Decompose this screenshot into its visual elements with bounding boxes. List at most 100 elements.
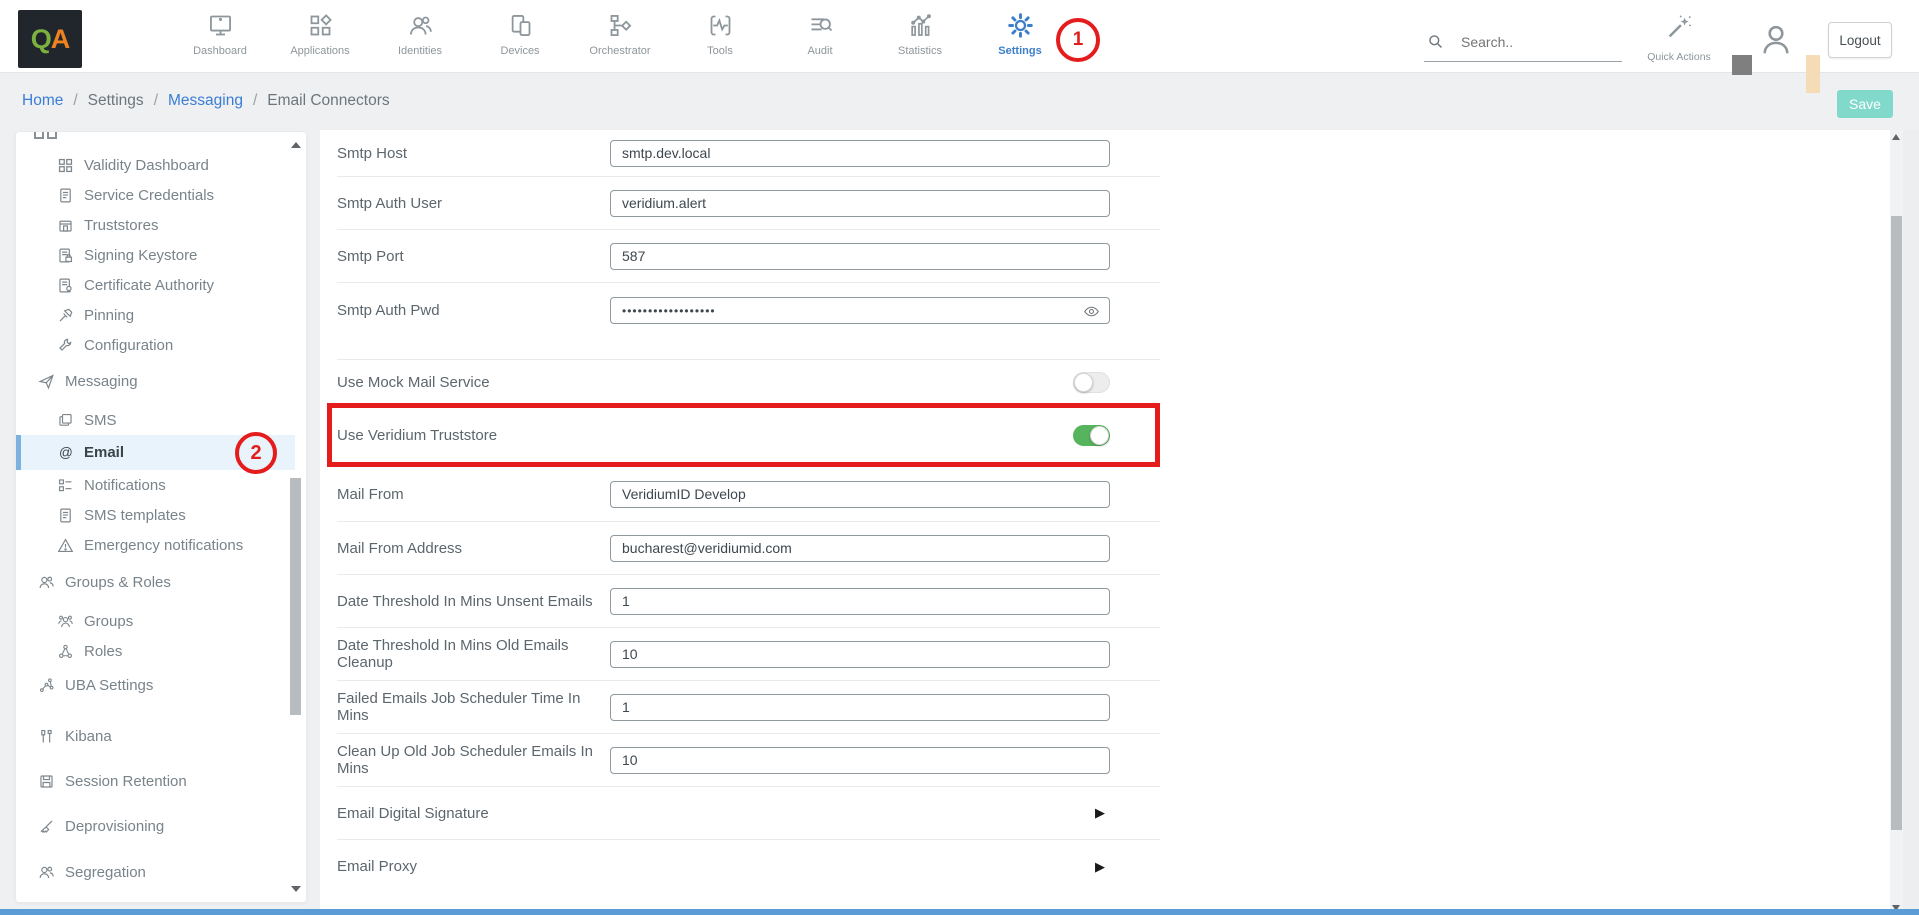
use-mock-mail-service-toggle[interactable] (1073, 372, 1110, 393)
doc-icon (57, 507, 74, 524)
sidebar-item-label: Service Credentials (84, 187, 214, 204)
use-veridium-truststore-row: Use Veridium Truststore (337, 405, 1160, 467)
crowd-icon (57, 613, 74, 630)
nav-item-tools[interactable]: Tools (670, 0, 770, 72)
sidebar-item-truststores[interactable]: Truststores (16, 210, 286, 240)
smtp-host-input[interactable] (610, 140, 1110, 167)
sidebar-item-session-retention[interactable]: Session Retention (16, 766, 286, 796)
nav-label: Statistics (898, 45, 942, 57)
nav-item-orchestrator[interactable]: Orchestrator (570, 0, 670, 72)
nav-item-audit[interactable]: Audit (770, 0, 870, 72)
sidebar-item-groups-roles[interactable]: Groups & Roles (16, 567, 286, 597)
devices-icon (507, 12, 534, 39)
email-proxy-row[interactable]: Email Proxy▶ (337, 840, 1160, 893)
doclock-icon (57, 247, 74, 264)
sidebar-item-groups[interactable]: Groups (16, 606, 286, 636)
floppy-icon (38, 773, 55, 790)
breadcrumb-messaging[interactable]: Messaging (168, 92, 243, 110)
nav-item-devices[interactable]: Devices (470, 0, 570, 72)
gray-square-artifact (1732, 55, 1752, 75)
nav-item-identities[interactable]: Identities (370, 0, 470, 72)
mail-from-input[interactable] (610, 481, 1110, 508)
sidebar-item-uba-settings[interactable]: UBA Settings (16, 670, 286, 700)
field-label: Clean Up Old Job Scheduler Emails In Min… (337, 743, 610, 777)
sidebar-item-signing-keystore[interactable]: Signing Keystore (16, 240, 286, 270)
sidebar-item-sms-templates[interactable]: SMS templates (16, 500, 286, 530)
sidebar-item-pinning[interactable]: Pinning (16, 300, 286, 330)
field-label: Smtp Host (337, 145, 610, 162)
sidebar-item-label: Deprovisioning (65, 818, 164, 835)
sidebar-item-messaging[interactable]: Messaging (16, 366, 286, 396)
field-label: Smtp Auth Pwd (337, 302, 610, 319)
use-veridium-truststore-toggle[interactable] (1073, 425, 1110, 446)
sidebar-scrollbar[interactable] (288, 134, 303, 900)
window-scrollbar-thumb[interactable] (1891, 216, 1902, 830)
kibana-icon (38, 728, 55, 745)
sidebar-item-notifications[interactable]: Notifications (16, 470, 286, 500)
date-threshold-in-mins-old-emails-cleanup-row: Date Threshold In Mins Old Emails Cleanu… (337, 628, 1160, 681)
sidebar-item-service-credentials[interactable]: Service Credentials (16, 180, 286, 210)
sidebar-item-segregation[interactable]: Segregation (16, 857, 286, 887)
window-scroll-up-icon[interactable] (1892, 134, 1900, 140)
sidebar-item-roles[interactable]: Roles (16, 636, 286, 666)
field-label: Failed Emails Job Scheduler Time In Mins (337, 690, 610, 724)
scatter-icon (38, 677, 55, 694)
wrench-icon (57, 337, 74, 354)
sidebar-item-label: Session Retention (65, 773, 187, 790)
sidebar-item-label: Groups (84, 613, 133, 630)
sidebar-item-label: SMS (84, 412, 117, 429)
breadcrumb-separator: / (154, 92, 158, 110)
smtp-auth-user-input[interactable] (610, 190, 1110, 217)
sidebar-item-label: Roles (84, 643, 122, 660)
nav-item-dashboard[interactable]: Dashboard (170, 0, 270, 72)
expand-arrow-icon[interactable]: ▶ (1095, 859, 1105, 875)
search-box (1424, 28, 1622, 62)
scroll-down-arrow-icon[interactable] (291, 886, 301, 892)
nav-item-applications[interactable]: Applications (270, 0, 370, 72)
mail-from-address-input[interactable] (610, 535, 1110, 562)
sidebar-item-deprovisioning[interactable]: Deprovisioning (16, 811, 286, 841)
smtp-auth-pwd-input[interactable] (610, 297, 1110, 324)
eye-icon[interactable] (1083, 303, 1100, 320)
nav-item-settings[interactable]: Settings (970, 0, 1070, 72)
search-input[interactable] (1459, 33, 1603, 51)
warn-icon (57, 537, 74, 554)
clean-up-old-job-scheduler-emails-in-mins-input[interactable] (610, 747, 1110, 774)
doc-icon (57, 187, 74, 204)
quick-actions-button[interactable]: Quick Actions (1646, 12, 1712, 63)
settings-sidebar: Validity Dashboard Service Credentials Tru… (15, 131, 307, 903)
email-digital-signature-row[interactable]: Email Digital Signature▶ (337, 787, 1160, 840)
net-icon (57, 643, 74, 660)
date-threshold-in-mins-old-emails-cleanup-input[interactable] (610, 641, 1110, 668)
sidebar-item-emergency-notifications[interactable]: Emergency notifications (16, 530, 286, 560)
field-label: Email Digital Signature (337, 805, 1095, 822)
sidebar-item-label: Configuration (84, 337, 173, 354)
identities-icon (407, 12, 434, 39)
breadcrumb-bar: Home/Settings/Messaging/Email Connectors… (0, 72, 1919, 130)
sidebar-item-configuration[interactable]: Configuration (16, 330, 286, 360)
peach-highlight-bar (1806, 55, 1820, 93)
failed-emails-job-scheduler-time-in-mins-input[interactable] (610, 694, 1110, 721)
scroll-up-arrow-icon[interactable] (291, 142, 301, 148)
smtp-port-input[interactable] (610, 243, 1110, 270)
field-label: Mail From Address (337, 540, 610, 557)
logout-button[interactable]: Logout (1828, 22, 1892, 58)
nav-item-statistics[interactable]: Statistics (870, 0, 970, 72)
window-scrollbar[interactable] (1890, 130, 1903, 915)
annotation-step-2: 2 (235, 432, 277, 474)
save-button[interactable]: Save (1837, 90, 1893, 118)
expand-arrow-icon[interactable]: ▶ (1095, 805, 1105, 821)
user-profile-button[interactable] (1758, 22, 1794, 58)
failed-emails-job-scheduler-time-in-mins-row: Failed Emails Job Scheduler Time In Mins (337, 681, 1160, 734)
sidebar-item-label: Emergency notifications (84, 537, 243, 554)
breadcrumb-home[interactable]: Home (22, 92, 63, 110)
sidebar-item-certificate-authority[interactable]: Certificate Authority (16, 270, 286, 300)
sidebar-item-sms[interactable]: SMS (16, 405, 286, 435)
pin-icon (57, 307, 74, 324)
app-logo[interactable]: QA (18, 10, 82, 68)
smtp-port-row: Smtp Port (337, 230, 1160, 283)
sidebar-item-kibana[interactable]: Kibana (16, 721, 286, 751)
sidebar-scrollbar-thumb[interactable] (290, 478, 301, 715)
sidebar-item-validity-dashboard[interactable]: Validity Dashboard (16, 150, 286, 180)
date-threshold-in-mins-unsent-emails-input[interactable] (610, 588, 1110, 615)
